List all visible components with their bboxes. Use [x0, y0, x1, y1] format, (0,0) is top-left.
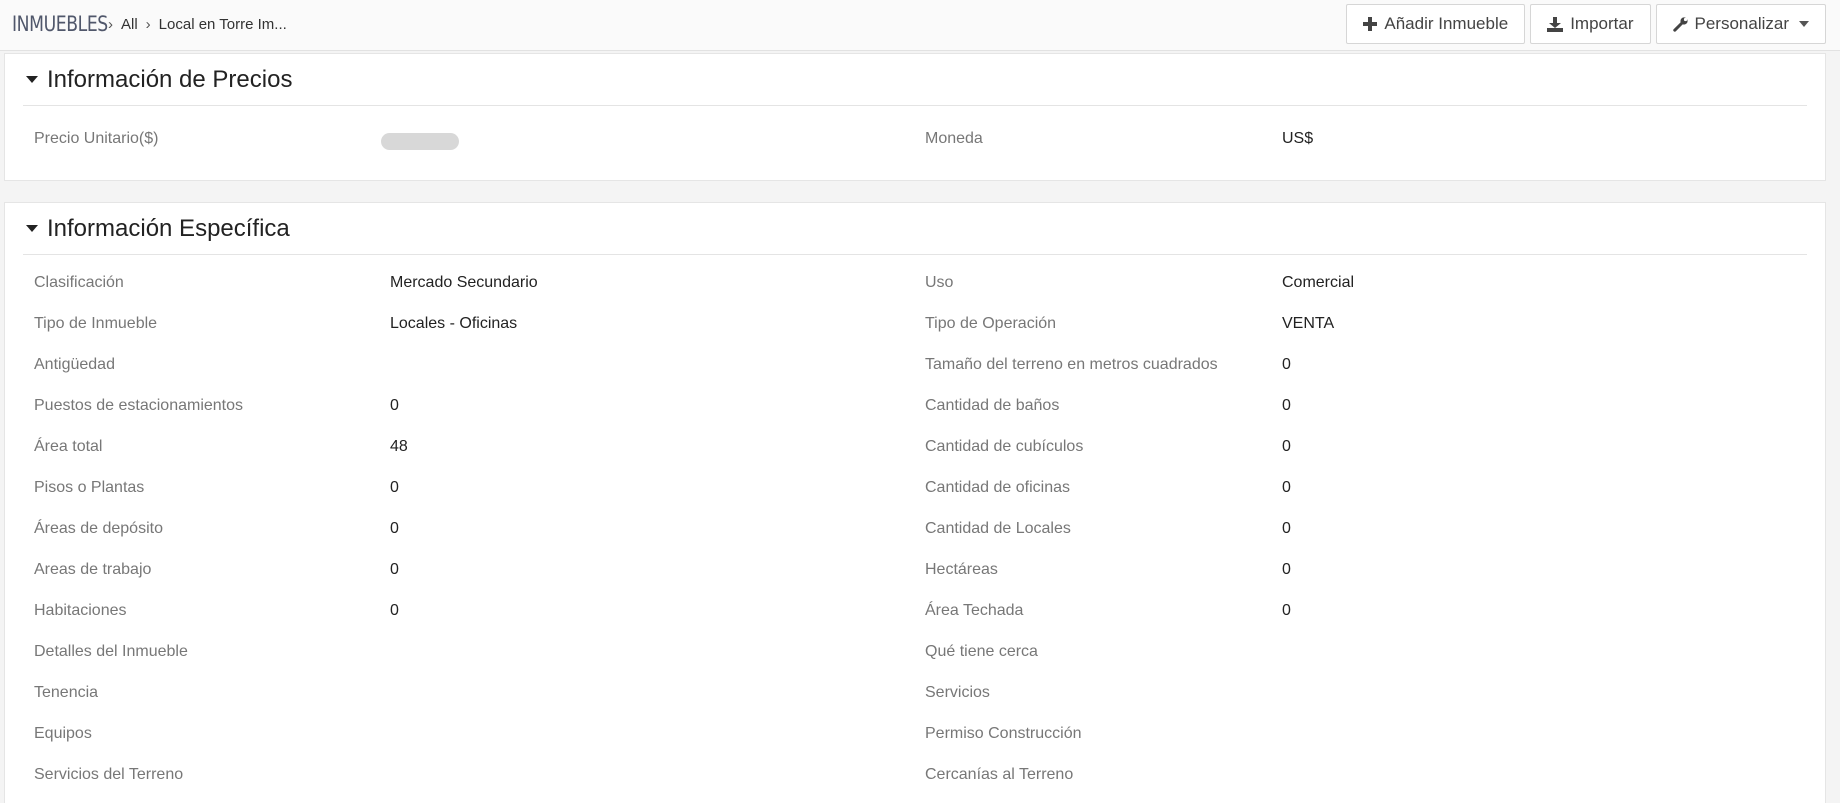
field-label: Puestos de estacionamientos [34, 397, 244, 414]
customize-label: Personalizar [1694, 14, 1790, 33]
field-label: Habitaciones [34, 602, 127, 619]
field-label: Areas de trabajo [34, 561, 152, 578]
field-value[interactable]: Locales - Oficinas [390, 315, 517, 333]
field-row: Habitaciones 0 Área Techada 0 [5, 590, 1825, 631]
triangle-down-icon[interactable] [26, 76, 38, 83]
field-value[interactable]: 0 [1282, 438, 1291, 456]
field-label: Áreas de depósito [34, 520, 163, 537]
breadcrumb: INMUEBLES › All › Local en Torre Im... [12, 10, 287, 38]
panel-precios-header[interactable]: Información de Precios [23, 54, 1807, 106]
field-label: Clasificación [34, 274, 124, 291]
field-row: Clasificación Mercado Secundario Uso Comerc… [5, 262, 1825, 303]
field-value[interactable]: 0 [1282, 397, 1291, 415]
panel-especifica-header[interactable]: Información Específica [23, 203, 1807, 255]
field-row: Área total 48 Cantidad de cubículos 0 [5, 426, 1825, 467]
field-value[interactable]: Mercado Secundario [390, 274, 538, 292]
field-label: Área Techada [925, 602, 1024, 619]
field-row: Detalles del Inmueble Qué tiene cerca [5, 631, 1825, 672]
field-label: Tamaño del terreno en metros cuadrados [925, 356, 1218, 373]
field-row: Precio Unitario($) Moneda US$ [5, 118, 1825, 159]
field-value[interactable]: VENTA [1282, 315, 1334, 333]
field-label: Servicios del Terreno [34, 766, 184, 783]
panel-especifica-title: Información Específica [47, 214, 290, 242]
caret-down-icon [1799, 21, 1809, 27]
field-label: Pisos o Plantas [34, 479, 145, 496]
field-row: Tipo de Inmueble Locales - Oficinas Tipo d… [5, 303, 1825, 344]
field-label: Hectáreas [925, 561, 998, 578]
import-label: Importar [1570, 14, 1634, 33]
import-button[interactable]: Importar [1530, 4, 1651, 44]
field-value[interactable]: 0 [1282, 356, 1291, 374]
field-label: Servicios [925, 684, 990, 701]
field-value[interactable]: 0 [1282, 520, 1291, 538]
field-label: Cantidad de Locales [925, 520, 1071, 537]
field-label: Qué tiene cerca [925, 643, 1038, 660]
field-label: Antigüedad [34, 356, 115, 373]
field-value[interactable]: 0 [1282, 479, 1291, 497]
field-label: Cantidad de cubículos [925, 438, 1084, 455]
field-value[interactable]: 0 [390, 602, 399, 620]
field-row: Equipos Permiso Construcción [5, 713, 1825, 754]
field-label: Tipo de Inmueble [34, 315, 158, 332]
field-row: Tenencia Servicios [5, 672, 1825, 713]
field-label: Permiso Construcción [925, 725, 1082, 742]
chevron-right-icon: › [145, 15, 151, 33]
field-value[interactable]: 0 [390, 561, 399, 579]
field-label: Cercanías al Terreno [925, 766, 1074, 783]
wrench-icon [1672, 16, 1688, 32]
module-title[interactable]: INMUEBLES [12, 12, 108, 36]
field-label: Equipos [34, 725, 92, 742]
panel-precios-title: Información de Precios [47, 65, 293, 93]
field-label: Cantidad de oficinas [925, 479, 1070, 496]
field-value[interactable]: US$ [1282, 130, 1313, 148]
field-value[interactable]: 0 [390, 520, 399, 538]
field-row: Áreas de depósito 0 Cantidad de Locales 0 [5, 508, 1825, 549]
field-value[interactable]: 0 [1282, 602, 1291, 620]
field-row: Areas de trabajo 0 Hectáreas 0 [5, 549, 1825, 590]
download-icon [1547, 16, 1564, 32]
field-label: Moneda [925, 130, 983, 147]
field-value[interactable]: 0 [390, 479, 399, 497]
customize-dropdown-button[interactable]: Personalizar [1655, 4, 1826, 44]
plus-icon [1363, 17, 1378, 31]
redacted-value [381, 133, 459, 150]
field-row: Puestos de estacionamientos 0 Cantidad de … [5, 385, 1825, 426]
chevron-right-icon: › [108, 15, 113, 33]
field-row: Servicios del Terreno Cercanías al Terren… [5, 754, 1825, 795]
action-buttons: Añadir Inmueble Importar Personalizar [1346, 4, 1826, 44]
field-label: Tenencia [34, 684, 99, 701]
field-label: Cantidad de baños [925, 397, 1060, 414]
field-label: Precio Unitario($) [34, 130, 159, 147]
field-value[interactable]: 48 [390, 438, 408, 456]
field-value[interactable]: Comercial [1282, 274, 1354, 292]
field-label: Uso [925, 274, 954, 291]
field-value[interactable]: 0 [390, 397, 399, 415]
add-inmueble-label: Añadir Inmueble [1384, 14, 1509, 33]
triangle-down-icon[interactable] [26, 225, 38, 232]
breadcrumb-all[interactable]: All [121, 16, 138, 33]
field-row: Antigüedad Tamaño del terreno en metros c… [5, 344, 1825, 385]
field-label: Tipo de Operación [925, 315, 1057, 332]
field-label: Detalles del Inmueble [34, 643, 188, 660]
field-label: Área total [34, 438, 103, 455]
panel-precios: Información de Precios Precio Unitario($… [4, 53, 1826, 181]
top-bar: INMUEBLES › All › Local en Torre Im... A… [0, 0, 1840, 51]
field-value[interactable]: 0 [1282, 561, 1291, 579]
panel-especifica: Información Específica Clasificación Merc… [4, 202, 1826, 803]
breadcrumb-record: Local en Torre Im... [158, 15, 287, 33]
field-row: Pisos o Plantas 0 Cantidad de oficinas 0 [5, 467, 1825, 508]
add-inmueble-button[interactable]: Añadir Inmueble [1346, 4, 1526, 44]
